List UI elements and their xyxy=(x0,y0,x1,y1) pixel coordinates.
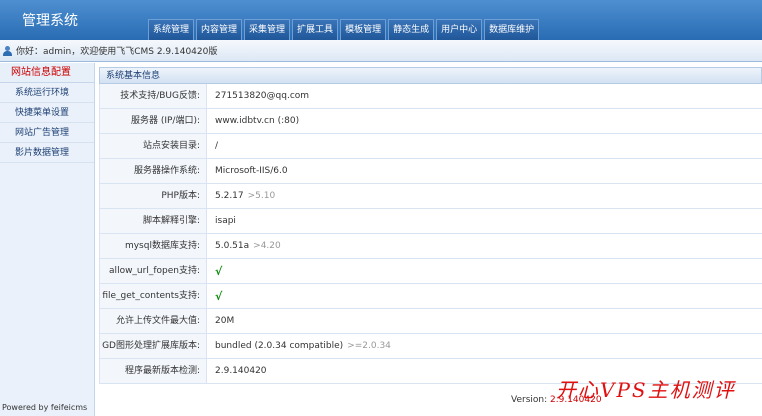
row-label: 脚本解释引擎: xyxy=(99,209,207,233)
sidebar: 网站信息配置 系统运行环境 快捷菜单设置 网站广告管理 影片数据管理 Power… xyxy=(0,63,95,416)
requirement-hint: >=2.0.34 xyxy=(347,341,391,351)
table-row: 服务器 (IP/端口): www.idbtv.cn (:80) xyxy=(99,109,762,134)
panel-title: 系统基本信息 xyxy=(99,67,762,84)
row-label: 服务器操作系统: xyxy=(99,159,207,183)
row-value: 5.0.51a >4.20 xyxy=(215,241,281,251)
row-value: √ xyxy=(207,259,762,283)
row-label: 站点安装目录: xyxy=(99,134,207,158)
nav-database[interactable]: 数据库维护 xyxy=(484,19,540,40)
sidebar-item-environment[interactable]: 系统运行环境 xyxy=(0,83,94,103)
table-row: file_get_contents支持: √ xyxy=(99,284,762,309)
nav-extensions[interactable]: 扩展工具 xyxy=(292,19,339,40)
top-bar: 管理系统 系统管理 内容管理 采集管理 扩展工具 模板管理 静态生成 用户中心 … xyxy=(0,0,762,40)
user-icon xyxy=(2,45,12,56)
greeting-bar: 你好：admin，欢迎使用飞飞CMS 2.9.140420版 xyxy=(0,40,762,62)
table-row: 允许上传文件最大值: 20M xyxy=(99,309,762,334)
row-label: file_get_contents支持: xyxy=(99,284,207,308)
row-label: 程序最新版本检测: xyxy=(99,359,207,383)
sidebar-item-ads[interactable]: 网站广告管理 xyxy=(0,123,94,143)
nav-system[interactable]: 系统管理 xyxy=(148,19,195,40)
row-value: Microsoft-IIS/6.0 xyxy=(215,166,288,176)
nav-static[interactable]: 静态生成 xyxy=(388,19,435,40)
row-value: 5.2.17 >5.10 xyxy=(215,191,276,201)
table-row: mysql数据库支持: 5.0.51a >4.20 xyxy=(99,234,762,259)
table-row: 脚本解释引擎: isapi xyxy=(99,209,762,234)
check-icon: √ xyxy=(215,265,223,278)
row-label: GD图形处理扩展库版本: xyxy=(99,334,207,358)
nav-templates[interactable]: 模板管理 xyxy=(340,19,387,40)
powered-by: Powered by feifeicms xyxy=(2,403,88,412)
main-nav: 系统管理 内容管理 采集管理 扩展工具 模板管理 静态生成 用户中心 数据库维护 xyxy=(148,19,541,40)
row-value: bundled (2.0.34 compatible) >=2.0.34 xyxy=(215,341,391,351)
table-row: 站点安装目录: / xyxy=(99,134,762,159)
row-label: 技术支持/BUG反馈: xyxy=(99,84,207,108)
table-row: GD图形处理扩展库版本: bundled (2.0.34 compatible)… xyxy=(99,334,762,359)
row-label: 服务器 (IP/端口): xyxy=(99,109,207,133)
nav-users[interactable]: 用户中心 xyxy=(436,19,483,40)
requirement-hint: >5.10 xyxy=(247,191,276,201)
app-title: 管理系统 xyxy=(22,13,78,29)
row-label: allow_url_fopen支持: xyxy=(99,259,207,283)
table-row: 技术支持/BUG反馈: 271513820@qq.com xyxy=(99,84,762,109)
row-value: / xyxy=(215,141,219,151)
system-info-panel: 系统基本信息 技术支持/BUG反馈: 271513820@qq.com 服务器 … xyxy=(99,67,762,384)
row-value: isapi xyxy=(215,216,236,226)
row-value: www.idbtv.cn (:80) xyxy=(215,116,300,126)
version-label: Version: xyxy=(511,395,548,405)
sidebar-item-movie-data[interactable]: 影片数据管理 xyxy=(0,143,94,163)
row-label: PHP版本: xyxy=(99,184,207,208)
row-label: 允许上传文件最大值: xyxy=(99,309,207,333)
nav-content[interactable]: 内容管理 xyxy=(196,19,243,40)
table-row: allow_url_fopen支持: √ xyxy=(99,259,762,284)
sidebar-item-shortcut-menu[interactable]: 快捷菜单设置 xyxy=(0,103,94,123)
nav-collect[interactable]: 采集管理 xyxy=(244,19,291,40)
table-row: 服务器操作系统: Microsoft-IIS/6.0 xyxy=(99,159,762,184)
watermark-text: 开心VPS主机测评 xyxy=(556,378,736,402)
row-value: 271513820@qq.com xyxy=(215,91,310,101)
check-icon: √ xyxy=(215,290,223,303)
greeting-text: 你好：admin，欢迎使用飞飞CMS 2.9.140420版 xyxy=(16,47,218,57)
sidebar-header[interactable]: 网站信息配置 xyxy=(0,63,94,83)
table-row: PHP版本: 5.2.17 >5.10 xyxy=(99,184,762,209)
row-value: 20M xyxy=(215,316,235,326)
row-value: √ xyxy=(207,284,762,308)
row-label: mysql数据库支持: xyxy=(99,234,207,258)
requirement-hint: >4.20 xyxy=(253,241,281,251)
